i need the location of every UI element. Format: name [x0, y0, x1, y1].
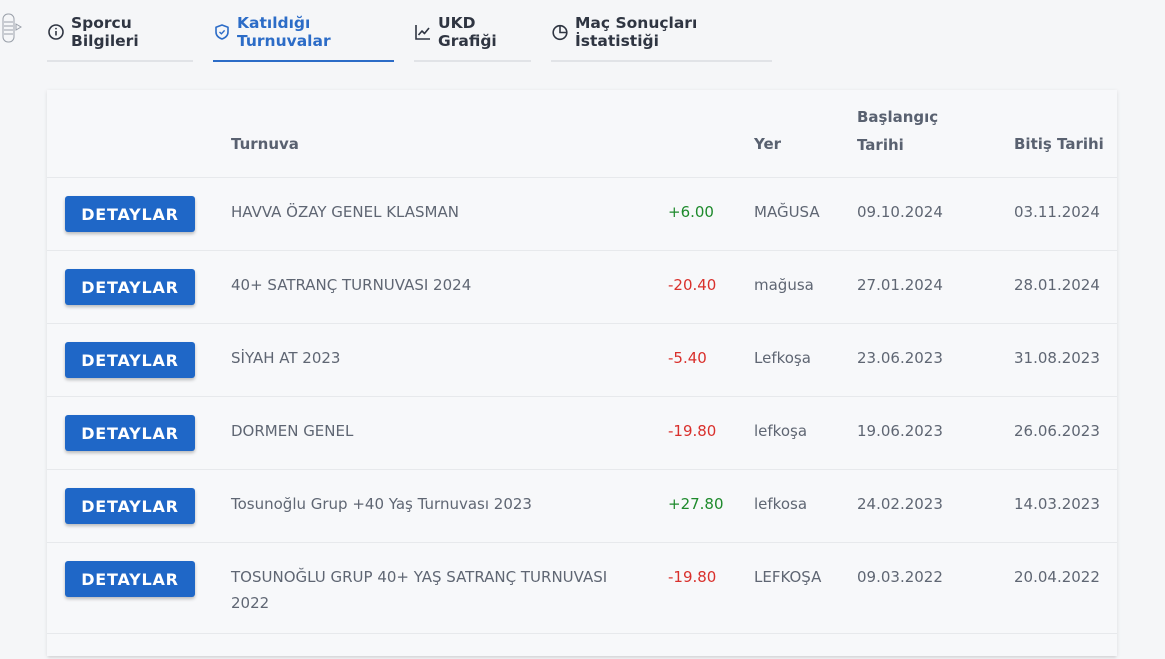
rating-change: +27.80: [668, 495, 724, 513]
location: MAĞUSA: [754, 203, 820, 221]
details-button[interactable]: DETAYLAR: [65, 196, 195, 232]
table-row: DETAYLAR SİYAH AT 2023 -5.40 Lefkoşa 23.…: [47, 324, 1117, 397]
tournament-name: SİYAH AT 2023: [231, 349, 341, 367]
tournament-name: Tosunoğlu Grup +40 Yaş Turnuvası 2023: [231, 495, 532, 513]
end-date: 20.04.2022: [1014, 568, 1100, 586]
line-chart-icon: [414, 23, 432, 41]
tab-label: Sporcu Bilgileri: [71, 13, 139, 50]
start-date: 19.06.2023: [857, 422, 943, 440]
table-row: DETAYLAR Tosunoğlu Grup +40 Yaş Turnuvas…: [47, 470, 1117, 543]
tab-label: UKD Grafiği: [438, 13, 497, 50]
table-row: DETAYLAR TOSUNOĞLU GRUP 40+ YAŞ SATRANÇ …: [47, 543, 1117, 634]
tab-katildigi-turnuvalar[interactable]: Katıldığı Turnuvalar: [213, 0, 394, 62]
details-button[interactable]: DETAYLAR: [65, 269, 195, 305]
shield-icon: [213, 23, 231, 41]
header-baslangic-tarihi: Başlangıç Tarihi: [857, 108, 939, 154]
rating-change: -5.40: [668, 349, 707, 367]
rating-change: +6.00: [668, 203, 714, 221]
start-date: 27.01.2024: [857, 276, 943, 294]
location: Lefkoşa: [754, 349, 811, 367]
table-row: DETAYLAR 40+ SATRANÇ TURNUVASI 2024 -20.…: [47, 251, 1117, 324]
header-yer: Yer: [754, 135, 782, 153]
location: lefkosa: [754, 495, 808, 513]
tab-label: Katıldığı Turnuvalar: [237, 13, 331, 50]
tab-bar: Sporcu Bilgileri Katıldığı Turnuvalar UK…: [47, 0, 772, 62]
rating-change: -19.80: [668, 568, 717, 586]
tournament-name: DORMEN GENEL: [231, 422, 354, 440]
rating-change: -19.80: [668, 422, 717, 440]
tournaments-table: Turnuva Yer Başlangıç Tarihi Bitiş Tarih…: [47, 90, 1117, 656]
sidebar-toggle-icon[interactable]: [2, 13, 22, 43]
end-date: 26.06.2023: [1014, 422, 1100, 440]
pie-chart-icon: [551, 23, 569, 41]
end-date: 31.08.2023: [1014, 349, 1100, 367]
end-date: 03.11.2024: [1014, 203, 1100, 221]
details-button[interactable]: DETAYLAR: [65, 415, 195, 451]
details-button[interactable]: DETAYLAR: [65, 342, 195, 378]
tab-mac-sonuclari-istatistigi[interactable]: Maç Sonuçları İstatistiği: [551, 0, 772, 62]
start-date: 23.06.2023: [857, 349, 943, 367]
tab-label: Maç Sonuçları İstatistiği: [575, 13, 698, 50]
start-date: 24.02.2023: [857, 495, 943, 513]
tournament-name: 40+ SATRANÇ TURNUVASI 2024: [231, 276, 472, 294]
start-date: 09.10.2024: [857, 203, 943, 221]
details-button[interactable]: DETAYLAR: [65, 561, 195, 597]
header-turnuva: Turnuva: [231, 135, 299, 153]
table-row: DETAYLAR DORMEN GENEL -19.80 lefkoşa 19.…: [47, 397, 1117, 470]
location: mağusa: [754, 276, 814, 294]
tournament-name: HAVVA ÖZAY GENEL KLASMAN: [231, 203, 459, 221]
rating-change: -20.40: [668, 276, 717, 294]
location: lefkoşa: [754, 422, 808, 440]
tab-sporcu-bilgileri[interactable]: Sporcu Bilgileri: [47, 0, 193, 62]
table-header: Turnuva Yer Başlangıç Tarihi Bitiş Tarih…: [47, 90, 1117, 178]
header-bitis-tarihi: Bitiş Tarihi: [1014, 135, 1104, 153]
tournament-name: TOSUNOĞLU GRUP 40+ YAŞ SATRANÇ TURNUVASI…: [231, 568, 608, 612]
tab-ukd-grafigi[interactable]: UKD Grafiği: [414, 0, 531, 62]
end-date: 28.01.2024: [1014, 276, 1100, 294]
location: LEFKOŞA: [754, 568, 822, 586]
details-button[interactable]: DETAYLAR: [65, 488, 195, 524]
end-date: 14.03.2023: [1014, 495, 1100, 513]
table-row: DETAYLAR HAVVA ÖZAY GENEL KLASMAN +6.00 …: [47, 178, 1117, 251]
start-date: 09.03.2022: [857, 568, 943, 586]
info-circle-icon: [47, 23, 65, 41]
